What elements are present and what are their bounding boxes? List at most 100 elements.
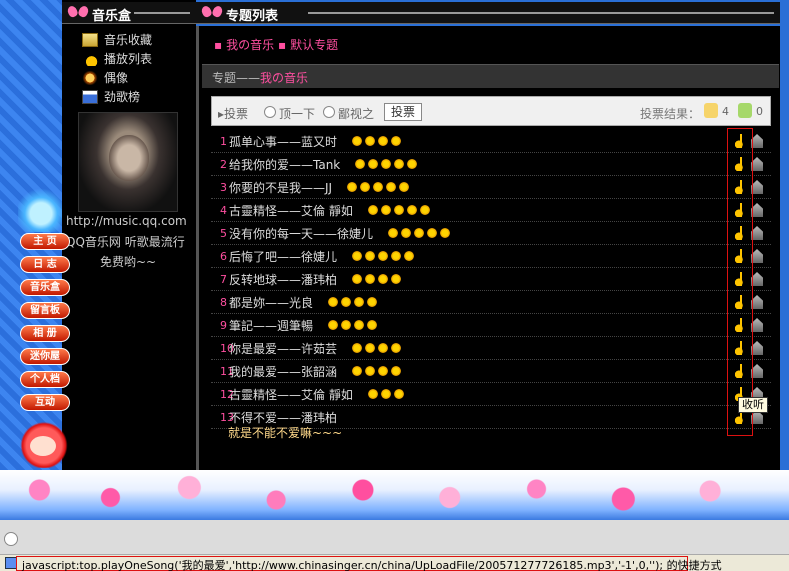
music-box-menu: 音乐收藏 播放列表 偶像 劲歌榜 bbox=[82, 30, 152, 106]
avatar bbox=[78, 112, 178, 212]
star-icon bbox=[439, 227, 451, 239]
song-number: 3 bbox=[220, 181, 227, 194]
star-icon bbox=[364, 250, 376, 262]
song-row[interactable]: 2 给我你的爱——Tank bbox=[211, 153, 771, 176]
star-icon bbox=[390, 273, 402, 285]
star-icon bbox=[377, 250, 389, 262]
star-icon bbox=[377, 273, 389, 285]
song-row[interactable]: 5 没有你的每一天——徐婕儿 bbox=[211, 222, 771, 245]
star-icon bbox=[390, 250, 402, 262]
sidebar-item-music-collection[interactable]: 音乐收藏 bbox=[82, 30, 152, 49]
vote-down-label: 鄙视之 bbox=[338, 107, 375, 121]
listen-tooltip: 收听 bbox=[738, 397, 768, 413]
rating-stars bbox=[354, 158, 418, 170]
star-icon bbox=[364, 342, 376, 354]
nav-interact-button[interactable]: 互动 bbox=[20, 394, 70, 411]
song-title[interactable]: 都是妳——光良 bbox=[229, 294, 313, 311]
song-row[interactable]: 9 筆記——週筆暢 bbox=[211, 314, 771, 337]
star-icon bbox=[367, 204, 379, 216]
song-title[interactable]: 给我你的爱——Tank bbox=[229, 156, 340, 173]
topic-name: 我の音乐 bbox=[260, 71, 309, 85]
song-row[interactable]: 11 我的最爱——张韶涵 bbox=[211, 360, 771, 383]
song-title[interactable]: 古靈精怪——艾倫 靜如 bbox=[229, 386, 353, 403]
star-icon bbox=[380, 158, 392, 170]
star-icon bbox=[426, 227, 438, 239]
song-title[interactable]: 孤单心事——蓝又时 bbox=[229, 133, 337, 150]
star-icon bbox=[364, 273, 376, 285]
star-icon bbox=[403, 250, 415, 262]
star-icon bbox=[351, 135, 363, 147]
scroll-up-icon[interactable] bbox=[4, 532, 18, 546]
main-header: 专题列表 bbox=[196, 2, 780, 24]
song-title[interactable]: 没有你的每一天——徐婕儿 bbox=[229, 225, 373, 242]
star-icon bbox=[390, 135, 402, 147]
song-row[interactable]: 12 古靈精怪——艾倫 靜如 bbox=[211, 383, 771, 406]
vote-down-radio[interactable] bbox=[323, 106, 335, 118]
flower-footer-decoration bbox=[0, 470, 789, 520]
star-icon bbox=[398, 181, 410, 193]
main-navigation: 主 页 日 志 音乐盒 留言板 相 册 迷你屋 个人档 互动 bbox=[20, 233, 72, 417]
vote-up-radio[interactable] bbox=[264, 106, 276, 118]
left-panel-header: 音乐盒 bbox=[62, 2, 196, 24]
vote-submit-button[interactable]: 投票 bbox=[384, 103, 422, 121]
nav-diary-button[interactable]: 日 志 bbox=[20, 256, 70, 273]
song-title[interactable]: 反转地球——潘玮柏 bbox=[229, 271, 337, 288]
sidebar-item-label: 偶像 bbox=[104, 71, 129, 85]
star-icon bbox=[351, 365, 363, 377]
nav-profile-button[interactable]: 个人档 bbox=[20, 371, 70, 388]
sidebar-item-playlist[interactable]: 播放列表 bbox=[82, 49, 152, 68]
nav-mini-house-button[interactable]: 迷你屋 bbox=[20, 348, 70, 365]
star-icon bbox=[377, 342, 389, 354]
star-icon bbox=[390, 365, 402, 377]
star-icon bbox=[380, 388, 392, 400]
star-icon bbox=[354, 158, 366, 170]
header-divider bbox=[308, 12, 774, 14]
song-number: 1 bbox=[220, 135, 227, 148]
rating-stars bbox=[351, 250, 415, 262]
sidebar-item-label: 劲歌榜 bbox=[104, 90, 141, 104]
bow-icon bbox=[68, 4, 88, 20]
site-free-text: 免费哟~~ bbox=[100, 255, 157, 269]
rating-stars bbox=[351, 342, 402, 354]
nav-music-box-button[interactable]: 音乐盒 bbox=[20, 279, 70, 296]
vote-label: ▸投票 bbox=[218, 107, 249, 121]
song-number: 8 bbox=[220, 296, 227, 309]
vote-result-label: 投票结果： bbox=[640, 107, 701, 121]
nav-guestbook-button[interactable]: 留言板 bbox=[20, 302, 70, 319]
song-row[interactable]: 7 反转地球——潘玮柏 bbox=[211, 268, 771, 291]
song-row[interactable]: 1 孤单心事——蓝又时 bbox=[211, 130, 771, 153]
star-icon bbox=[406, 158, 418, 170]
up-count: 4 bbox=[722, 105, 729, 118]
breadcrumb-my-music[interactable]: 我の音乐 bbox=[226, 38, 274, 52]
breadcrumb-default-topic[interactable]: 默认专题 bbox=[290, 38, 338, 52]
song-row[interactable]: 4 古靈精怪——艾倫 靜如 bbox=[211, 199, 771, 222]
rating-stars bbox=[351, 365, 402, 377]
song-row[interactable]: 8 都是妳——光良 bbox=[211, 291, 771, 314]
thumb-down-icon bbox=[738, 103, 752, 118]
rating-stars bbox=[327, 296, 378, 308]
status-bar: javascript:top.playOneSong('我的最爱','http:… bbox=[0, 554, 789, 571]
song-title[interactable]: 你要的不是我——JJ bbox=[229, 179, 332, 196]
star-icon bbox=[353, 319, 365, 331]
song-title[interactable]: 筆記——週筆暢 bbox=[229, 317, 313, 334]
song-title[interactable]: 你是最爱——许茹芸 bbox=[229, 340, 337, 357]
sidebar-item-hit-chart[interactable]: 劲歌榜 bbox=[82, 87, 152, 106]
song-title[interactable]: 我的最爱——张韶涵 bbox=[229, 363, 337, 380]
star-icon bbox=[390, 342, 402, 354]
sidebar-item-idol[interactable]: 偶像 bbox=[82, 68, 152, 87]
idol-icon bbox=[82, 70, 98, 85]
star-icon bbox=[364, 135, 376, 147]
song-title[interactable]: 后悔了吧——徐婕儿 bbox=[229, 248, 337, 265]
song-row[interactable]: 3 你要的不是我——JJ bbox=[211, 176, 771, 199]
song-title[interactable]: 古靈精怪——艾倫 靜如 bbox=[229, 202, 353, 219]
nav-home-button[interactable]: 主 页 bbox=[20, 233, 70, 250]
header-divider bbox=[134, 12, 190, 14]
rating-stars bbox=[351, 273, 402, 285]
nav-album-button[interactable]: 相 册 bbox=[20, 325, 70, 342]
icon-column-highlight bbox=[727, 128, 753, 436]
song-row[interactable]: 10 你是最爱——许茹芸 bbox=[211, 337, 771, 360]
song-row[interactable]: 6 后悔了吧——徐婕儿 bbox=[211, 245, 771, 268]
chart-icon bbox=[82, 89, 98, 104]
star-icon bbox=[377, 135, 389, 147]
star-icon bbox=[353, 296, 365, 308]
